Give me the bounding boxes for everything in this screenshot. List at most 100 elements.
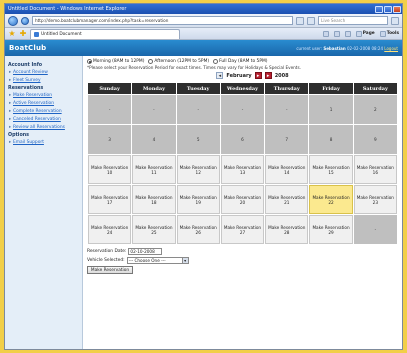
feeds-button[interactable] (333, 30, 340, 37)
make-reservation-cell[interactable]: Make Reservation 14 (265, 155, 309, 184)
home-button[interactable] (322, 30, 329, 37)
minimize-button[interactable] (375, 5, 383, 13)
date-time: 02-02-2008 08:24 (346, 45, 384, 51)
tools-menu[interactable]: Tools (379, 30, 399, 37)
day-number: 24 (106, 229, 113, 235)
calendar-week-row: 3456789 (88, 125, 397, 154)
next-year-button[interactable]: ▸ (264, 72, 272, 79)
sidebar-link-review-all-reservations[interactable]: Review all Reservations (9, 125, 79, 130)
weekday-saturday: Saturday (353, 83, 397, 94)
make-reservation-cell[interactable]: Make Reservation 25 (132, 215, 176, 244)
forward-icon[interactable] (21, 16, 29, 25)
make-reservation-cell[interactable]: Make Reservation 15 (309, 155, 353, 184)
reservation-date-field[interactable]: 02-10-2008 (128, 248, 163, 255)
logout-link[interactable]: Logout (384, 46, 398, 51)
browser-window: Untitled Document - Windows Internet Exp… (4, 3, 403, 350)
day-number: 21 (284, 199, 290, 205)
sidebar-link-fleet-survey[interactable]: Fleet Survey (9, 78, 79, 83)
calendar-day-cell: 6 (220, 125, 265, 154)
make-reservation-cell[interactable]: Make Reservation 28 (265, 215, 309, 244)
day-number: 23 (372, 199, 379, 205)
address-input[interactable]: http://demo.boatclubmanager.com/index.ph… (32, 16, 293, 25)
make-reservation-cell[interactable]: Make Reservation 21 (265, 185, 309, 214)
sidebar-section-title: Options (8, 133, 30, 138)
month-label: February (226, 72, 252, 79)
sidebar-link-email-support[interactable]: Email Support (9, 140, 79, 145)
weekday-wednesday: Wednesday (220, 83, 265, 94)
make-reservation-cell[interactable]: Make Reservation 12 (176, 155, 220, 184)
tab-untitled-document[interactable]: Untitled Document (30, 28, 180, 39)
reservation-calendar: Sunday Monday Tuesday Wednesday Thursday Frid… (87, 82, 398, 245)
make-reservation-cell[interactable]: Make Reservation 18 (132, 185, 176, 214)
make-reservation-cell[interactable]: Make Reservation 26 (176, 215, 220, 244)
add-favorite-icon[interactable]: ✚ (19, 29, 27, 38)
make-reservation-cell[interactable]: Make Reservation 24 (88, 215, 132, 244)
cell-label: Make Reservation (135, 224, 173, 230)
weekday-tuesday: Tuesday (176, 83, 220, 94)
make-reservation-button[interactable]: Make Reservation (87, 266, 133, 274)
make-reservation-cell[interactable]: Make Reservation 29 (309, 215, 353, 244)
cell-label: Make Reservation (356, 164, 394, 170)
close-button[interactable] (393, 5, 401, 13)
vehicle-select[interactable]: --- Choose One --- ▾ (126, 257, 189, 264)
calendar-day-cell: 1 (309, 95, 353, 124)
make-reservation-cell[interactable]: Make Reservation 16 (353, 155, 397, 184)
stop-icon[interactable] (307, 16, 315, 25)
make-reservation-cell[interactable]: Make Reservation 22 (309, 185, 353, 214)
calendar-day-cell: - (220, 95, 265, 124)
make-reservation-cell[interactable]: Make Reservation 13 (220, 155, 265, 184)
address-bar-row: http://demo.boatclubmanager.com/index.ph… (5, 14, 402, 28)
radio-button[interactable] (213, 59, 219, 64)
page-menu[interactable]: Page (355, 30, 375, 37)
title-bar: Untitled Document - Windows Internet Exp… (5, 4, 402, 14)
make-reservation-cell[interactable]: Make Reservation 20 (220, 185, 265, 214)
make-reservation-cell[interactable]: Make Reservation 27 (220, 215, 265, 244)
print-button[interactable] (344, 30, 351, 37)
radio-button[interactable] (87, 59, 92, 64)
back-icon[interactable] (8, 15, 18, 26)
radio-button[interactable] (148, 59, 154, 64)
next-month-button[interactable]: ▸ (254, 72, 262, 79)
sidebar-section-title: Account Info (8, 63, 43, 68)
period-radio-2[interactable]: Full Day (8AM to 5PM) (213, 59, 268, 64)
sidebar-link-canceled-reservation[interactable]: Canceled Reservation (9, 117, 79, 122)
calendar-day-cell: - (132, 95, 176, 124)
period-radio-0[interactable]: Morning (8AM to 12PM) (87, 59, 144, 64)
sidebar-link-make-reservation[interactable]: Make Reservation (9, 93, 79, 98)
sidebar-link-active-reservation[interactable]: Active Reservation (9, 101, 79, 106)
day-number: 12 (195, 169, 201, 175)
make-reservation-cell[interactable]: Make Reservation 19 (176, 185, 220, 214)
make-reservation-cell[interactable]: Make Reservation 17 (88, 185, 132, 214)
cell-label: Make Reservation (223, 224, 262, 230)
calendar-day-cell: - (88, 95, 132, 124)
make-reservation-cell[interactable]: Make Reservation 11 (132, 155, 176, 184)
print-icon (344, 30, 351, 37)
chevron-down-icon: ▾ (181, 258, 188, 263)
day-number: 28 (284, 229, 290, 235)
day-number: 19 (195, 199, 201, 205)
command-bar: Page Tools (322, 30, 399, 37)
cell-label: Make Reservation (179, 164, 217, 170)
maximize-button[interactable] (384, 5, 392, 13)
search-input[interactable]: Live Search (318, 16, 388, 25)
refresh-icon[interactable] (296, 16, 304, 25)
sidebar-link-complete-reservation[interactable]: Complete Reservation (9, 109, 79, 114)
make-reservation-cell[interactable]: Make Reservation 23 (353, 185, 397, 214)
search-icon[interactable] (391, 16, 399, 25)
make-reservation-cell[interactable]: Make Reservation 10 (88, 155, 132, 184)
page-content: Account Info Account Review Fleet Survey Re… (5, 56, 402, 349)
favorites-star-icon[interactable]: ★ (8, 29, 16, 38)
cell-label: Make Reservation (312, 224, 350, 230)
day-number: 16 (372, 169, 379, 175)
calendar-day-cell: 5 (176, 125, 220, 154)
cell-label: Make Reservation (356, 194, 394, 200)
prev-month-button[interactable]: ◂ (216, 72, 224, 79)
calendar-week-row: Make Reservation 24 Make Reservation 25 Make… (88, 215, 397, 244)
calendar-week-row: -----12 (88, 95, 397, 124)
vehicle-label: Vehicle Selected: (87, 258, 125, 263)
calendar-day-cell: 3 (88, 125, 132, 154)
calendar-day-cell: 7 (265, 125, 309, 154)
day-number: 15 (328, 169, 334, 175)
sidebar-link-account-review[interactable]: Account Review (9, 70, 79, 75)
period-radio-1[interactable]: Afternoon (12PM to 5PM) (148, 59, 209, 64)
